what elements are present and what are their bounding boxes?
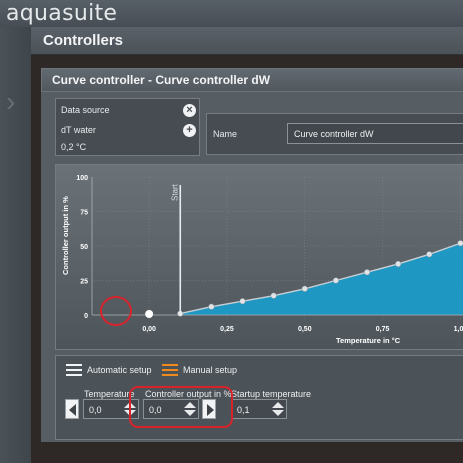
y-tick-label: 25 bbox=[80, 279, 88, 286]
plus-circle-icon[interactable]: + bbox=[183, 124, 196, 137]
curve-point bbox=[239, 298, 246, 305]
controller-window-titlebar[interactable]: Curve controller - Curve controller dW bbox=[41, 68, 463, 92]
curve-point bbox=[363, 269, 371, 276]
current-point bbox=[145, 310, 154, 318]
y-tick-label: 50 bbox=[80, 244, 88, 251]
data-source-sensor-name: dT water bbox=[61, 125, 96, 135]
page-title: Controllers bbox=[43, 32, 124, 49]
curve-point bbox=[457, 240, 463, 247]
previous-point-button[interactable] bbox=[65, 399, 79, 419]
close-circle-icon[interactable]: × bbox=[183, 104, 196, 117]
start-marker-label: Start bbox=[170, 183, 179, 201]
chart-xlabel: Temperature in °C bbox=[336, 336, 401, 345]
curve-point bbox=[332, 277, 339, 284]
page-header: Controllers bbox=[31, 27, 463, 55]
chart-ylabel: Controller output in % bbox=[61, 196, 70, 275]
current-point-highlight bbox=[100, 296, 132, 326]
curve-point bbox=[395, 260, 402, 267]
menu-lines-icon bbox=[66, 364, 82, 376]
manual-setup-option[interactable]: Manual setup bbox=[162, 364, 237, 376]
y-tick-label: 100 bbox=[76, 175, 88, 182]
y-tick-label: 75 bbox=[80, 210, 88, 217]
setup-panel: Automatic setup Manual setup Temperature… bbox=[55, 355, 463, 440]
name-panel: Name Curve controller dW bbox=[206, 113, 463, 155]
nav-strip[interactable]: › bbox=[0, 27, 31, 463]
x-tick-label: 1,00 bbox=[454, 326, 463, 333]
startup-temperature-label: Startup temperature bbox=[231, 389, 312, 399]
curve-point bbox=[426, 251, 433, 258]
automatic-setup-option[interactable]: Automatic setup bbox=[66, 364, 152, 376]
automatic-setup-label: Automatic setup bbox=[87, 365, 152, 375]
temperature-label: Temperature bbox=[84, 389, 135, 399]
manual-setup-label: Manual setup bbox=[183, 365, 238, 375]
name-input[interactable]: Curve controller dW bbox=[287, 123, 463, 144]
name-label: Name bbox=[213, 129, 238, 139]
app-topbar: aquasuite bbox=[0, 0, 463, 27]
curve-point bbox=[270, 292, 277, 299]
startup-temperature-value: 0,1 bbox=[237, 405, 250, 415]
data-source-panel: Data source × dT water + 0,2 °C bbox=[55, 98, 200, 156]
menu-lines-icon bbox=[162, 364, 178, 376]
curve-area bbox=[180, 242, 463, 315]
x-tick-label: 0,25 bbox=[220, 326, 234, 333]
curve-point bbox=[301, 285, 308, 292]
controller-window-title: Curve controller - Curve controller dW bbox=[52, 73, 271, 87]
window-bottom-gap bbox=[41, 442, 463, 463]
arrow-left-icon bbox=[69, 404, 76, 416]
chevron-right-icon[interactable]: › bbox=[6, 87, 26, 117]
x-tick-label: 0,00 bbox=[142, 326, 156, 333]
data-source-sensor-value: 0,2 °C bbox=[61, 142, 87, 152]
temperature-value: 0,0 bbox=[89, 405, 102, 415]
app-brand: aquasuite bbox=[6, 1, 118, 26]
x-tick-label: 0,50 bbox=[298, 326, 312, 333]
y-tick-label: 0 bbox=[84, 313, 88, 320]
controller-output-highlight bbox=[129, 386, 233, 428]
data-source-header: Data source bbox=[61, 105, 110, 115]
spin-arrows-icon[interactable] bbox=[272, 401, 284, 417]
startup-temperature-stepper[interactable]: 0,1 bbox=[231, 399, 287, 419]
curve-point bbox=[208, 303, 215, 310]
x-tick-label: 0,75 bbox=[376, 326, 390, 333]
